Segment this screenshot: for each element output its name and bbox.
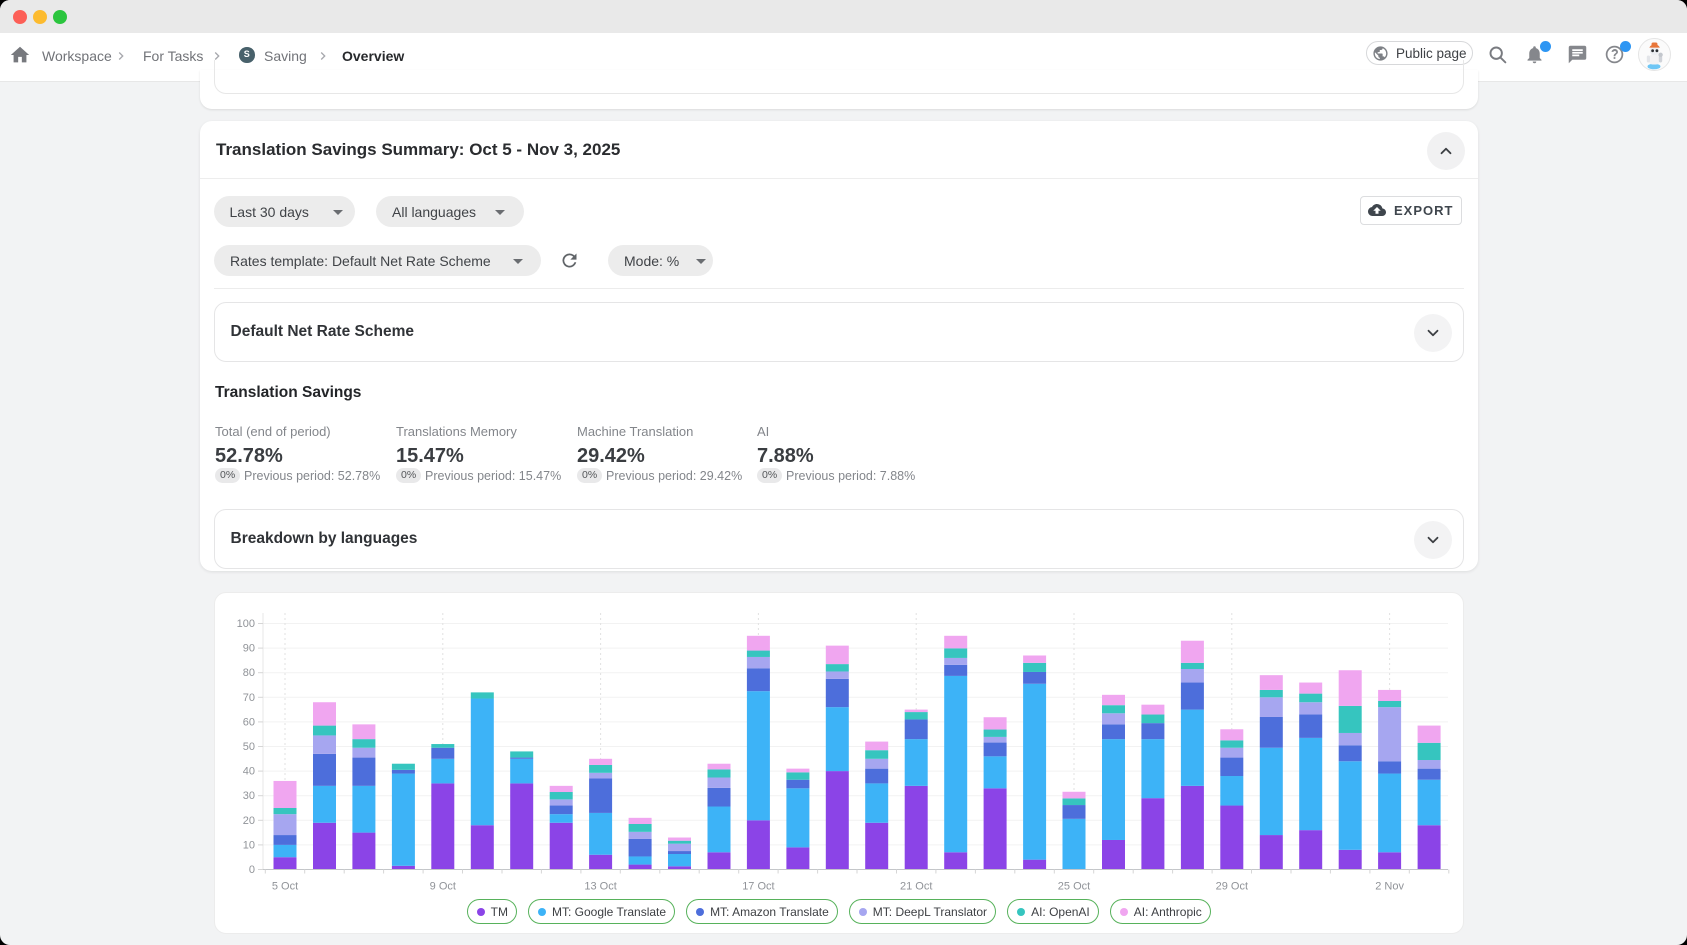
svg-text:100: 100: [237, 618, 255, 630]
svg-text:90: 90: [243, 643, 255, 655]
svg-text:0: 0: [249, 864, 255, 876]
svg-text:17 Oct: 17 Oct: [742, 881, 774, 893]
svg-text:20: 20: [243, 815, 255, 827]
svg-text:5 Oct: 5 Oct: [272, 881, 298, 893]
svg-text:21 Oct: 21 Oct: [900, 881, 932, 893]
svg-text:70: 70: [243, 692, 255, 704]
svg-text:10: 10: [243, 839, 255, 851]
svg-text:25 Oct: 25 Oct: [1058, 881, 1090, 893]
svg-text:30: 30: [243, 790, 255, 802]
svg-text:60: 60: [243, 716, 255, 728]
svg-text:2 Nov: 2 Nov: [1375, 881, 1404, 893]
svg-text:9 Oct: 9 Oct: [430, 881, 456, 893]
svg-text:50: 50: [243, 741, 255, 753]
svg-text:13 Oct: 13 Oct: [584, 881, 616, 893]
svg-text:29 Oct: 29 Oct: [1216, 881, 1248, 893]
svg-text:40: 40: [243, 766, 255, 778]
svg-text:80: 80: [243, 667, 255, 679]
